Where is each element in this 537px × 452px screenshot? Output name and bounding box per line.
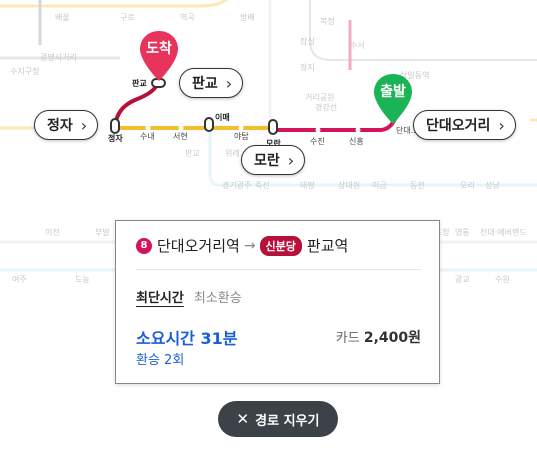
callout-jeongja-label: 정자 [47,118,73,134]
faded-station-label: 역곡 [180,12,195,22]
faded-station-label: 영통 [455,227,470,237]
arrow-right-icon: → [243,237,256,254]
clear-route-button[interactable]: ✕ 경로 지우기 [218,401,338,437]
faded-station-label: 거리공원 [305,93,334,102]
faded-station-label: 배울 [55,13,70,22]
transfer-count: 환승 2회 [136,353,185,368]
callout-dandaeogeori-label: 단대오거리 [426,118,491,134]
route-panel: 8 단대오거리역 → 신분당 판교역 최단시간 최소환승 소요시간 31분 카드… [115,220,440,384]
faded-station-label: 판교 [185,149,200,158]
chevron-right-icon: › [287,150,295,170]
station-label-suji: 수진 [310,136,325,146]
faded-station-label: 전대·에버랜드 [480,227,527,237]
faded-station-label: 오리 [460,181,475,190]
travel-duration: 소요시간 31분 [136,329,238,348]
divider [136,269,421,270]
tab-shortest-time[interactable]: 최단시간 [136,287,184,306]
clear-route-label: 경로 지우기 [255,413,320,429]
faded-station-label: 도농 [75,275,90,284]
faded-station-label: 성남 [485,181,500,190]
line-8-badge: 8 [136,237,152,254]
callout-moran[interactable]: 모란 › [241,145,306,175]
departure-pin-label: 출발 [380,84,406,100]
fare-label: 카드 [335,331,360,346]
tab-fewest-transfers[interactable]: 최소환승 [194,287,242,306]
faded-station-label: 수원 [495,275,510,284]
faded-station-label: 장지 [300,62,315,72]
faded-station-label: 죽전 [255,180,270,190]
arrival-pin-label: 도착 [146,41,172,57]
arrival-pin[interactable]: 도착 [138,29,180,83]
faded-station-label: 여주 [12,274,27,284]
chevron-right-icon: › [80,115,88,135]
faded-station-label: 태평 [300,180,315,190]
station-label-jeongja: 정자 [108,133,123,143]
faded-station-label: 광명사거리 [40,52,77,62]
callout-dandaeogeori[interactable]: 단대오거리 › [413,110,516,140]
chevron-right-icon: › [225,73,233,93]
departure-pin[interactable]: 출발 [372,72,414,126]
fare: 카드 2,400원 [336,327,421,347]
faded-station-label: 상대원 [338,180,360,190]
callout-pangyo-label: 판교 [192,76,218,92]
station-label-sinheung: 신흥 [349,136,364,146]
faded-station-label: 수서 [350,41,365,50]
route-header: 8 단대오거리역 → 신분당 판교역 [136,235,348,256]
station-label-seohyeon: 서현 [173,132,188,141]
station-label-imae: 이매 [215,112,230,122]
origin-station: 단대오거리역 [157,237,240,255]
faded-station-label: 경기광주 [222,180,251,190]
faded-station-label: 동천 [410,180,425,190]
destination-station: 판교역 [306,237,349,255]
faded-station-label: 미금 [372,181,387,190]
faded-station-label: 광교 [455,274,470,284]
chevron-right-icon: › [498,115,505,135]
shinbundang-line-badge: 신분당 [259,235,302,256]
station-label-sunae: 수내 [140,132,155,141]
close-icon: ✕ [236,410,250,428]
callout-jeongja[interactable]: 정자 › [34,110,99,140]
faded-station-label: 복정 [320,16,335,26]
callout-pangyo[interactable]: 판교 › [179,68,244,98]
faded-station-label: 구로 [120,13,135,22]
faded-station-label: 잠실 [300,36,315,46]
faded-station-label: 방배 [240,12,255,22]
route-shinbundang-line [113,81,160,129]
faded-station-label: 수지구청 [10,67,39,76]
faded-station-label: 이천 [45,227,60,237]
route-tabs: 최단시간 최소환승 [136,287,242,306]
callout-moran-label: 모란 [254,153,280,169]
fare-value: 2,400원 [363,330,421,346]
station-label-yatap: 야탑 [234,131,249,141]
faded-station-label: 위례 [225,148,240,158]
faded-station-label: 경강선 [315,102,337,112]
faded-station-label: 부발 [95,227,110,237]
